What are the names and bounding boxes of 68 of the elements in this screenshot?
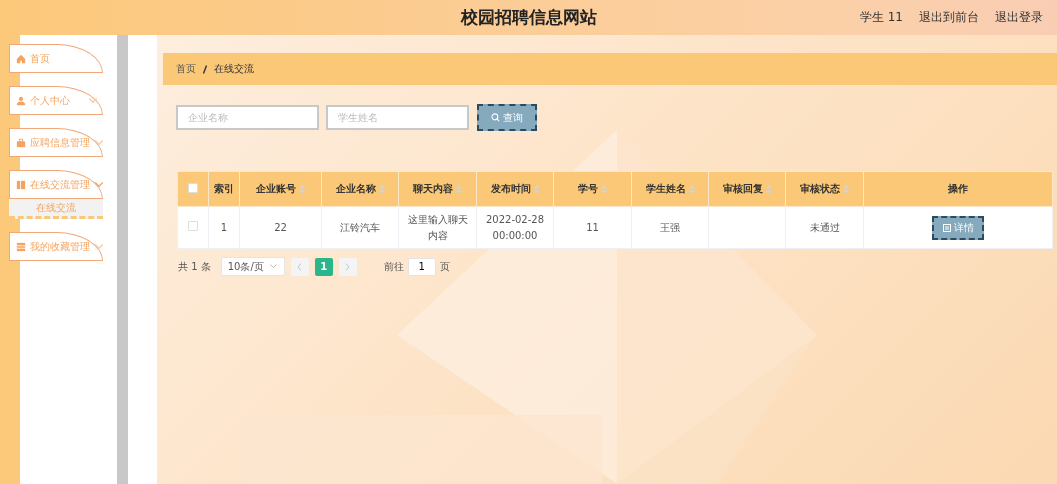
list-icon bbox=[16, 241, 26, 252]
sidebar-item[interactable]: 在线交流管理 bbox=[9, 170, 103, 199]
page-input[interactable]: 1 bbox=[407, 257, 436, 276]
breadcrumb-link[interactable]: 首页 bbox=[176, 62, 196, 76]
column-header: 企业名称 bbox=[335, 183, 376, 194]
total-count: 共 1 条 bbox=[178, 259, 211, 274]
chevron-icon bbox=[88, 95, 98, 106]
sidebar-item[interactable]: 我的收藏管理 bbox=[9, 232, 103, 261]
page-suffix: 页 bbox=[439, 259, 450, 274]
table-cell: 11 bbox=[586, 221, 599, 233]
table-cell: 江铃汽车 bbox=[340, 221, 380, 233]
sort-icon[interactable] bbox=[601, 184, 607, 194]
column-header: 发布时间 bbox=[490, 183, 531, 194]
column-header: 审核状态 bbox=[800, 183, 840, 194]
page-size-select[interactable]: 10条/页 bbox=[220, 257, 285, 276]
chevron-left-icon bbox=[297, 262, 303, 271]
home-icon bbox=[16, 53, 26, 64]
sort-icon[interactable] bbox=[299, 184, 305, 194]
column-header: 索引 bbox=[214, 183, 234, 194]
page-button[interactable]: 1 bbox=[314, 257, 333, 276]
sidebar-item[interactable]: 首页 bbox=[9, 44, 103, 73]
search-button[interactable]: 查询 bbox=[477, 104, 537, 131]
previous-page-button[interactable] bbox=[290, 257, 309, 276]
column-header: 学号 bbox=[578, 183, 598, 194]
submenu-item[interactable]: 在线交流 bbox=[9, 199, 103, 219]
sort-icon[interactable] bbox=[765, 184, 772, 194]
user-icon bbox=[16, 95, 26, 106]
column-header: 操作 bbox=[948, 183, 968, 194]
table-cell: 这里输入聊天内容 bbox=[407, 213, 468, 241]
column-header: 学生姓名 bbox=[645, 183, 686, 194]
table-cell: 王强 bbox=[660, 221, 680, 233]
breadcrumb-current: 在线交流 bbox=[214, 62, 254, 76]
details-button[interactable]: 详情 bbox=[932, 215, 984, 240]
table-cell: 22 bbox=[274, 221, 287, 233]
document-icon bbox=[942, 223, 951, 232]
chevron-icon bbox=[94, 241, 104, 252]
site-title: 校园招聘信息网站 bbox=[460, 7, 597, 27]
column-header: 企业账号 bbox=[256, 183, 296, 194]
sort-icon[interactable] bbox=[688, 184, 695, 194]
header-link[interactable]: 退出到前台 bbox=[919, 9, 979, 26]
column-header: 审核回复 bbox=[722, 183, 763, 194]
sidebar-item[interactable]: 应聘信息管理 bbox=[9, 128, 103, 157]
row-checkbox[interactable] bbox=[188, 220, 198, 231]
search-field[interactable]: 企业名称 bbox=[176, 105, 319, 130]
chevron-icon bbox=[94, 137, 104, 148]
search-field[interactable]: 学生姓名 bbox=[326, 105, 469, 130]
column-header: 聊天内容 bbox=[413, 183, 453, 194]
sort-icon[interactable] bbox=[843, 184, 849, 194]
sidebar-item[interactable]: 个人中心 bbox=[9, 86, 103, 115]
user-label: 学生 11 bbox=[859, 9, 903, 26]
header-link[interactable]: 退出登录 bbox=[995, 9, 1043, 26]
book-icon bbox=[16, 179, 26, 190]
goto-label: 前往 bbox=[383, 259, 404, 274]
chevron-right-icon bbox=[345, 262, 351, 271]
briefcase-icon bbox=[16, 137, 26, 148]
search-icon bbox=[491, 113, 500, 122]
caret-icon bbox=[269, 264, 277, 269]
table-cell: 未通过 bbox=[809, 221, 840, 233]
separator-icon bbox=[202, 64, 208, 74]
sort-icon[interactable] bbox=[456, 184, 462, 194]
sort-icon[interactable] bbox=[533, 184, 540, 194]
table-cell: 2022-02-28 00:00:00 bbox=[485, 213, 545, 241]
table-cell: 1 bbox=[220, 221, 228, 233]
scrollbar[interactable] bbox=[117, 35, 128, 484]
next-page-button[interactable] bbox=[338, 257, 357, 276]
sort-icon[interactable] bbox=[378, 184, 385, 194]
chevron-icon bbox=[94, 179, 104, 190]
select-all-checkbox[interactable] bbox=[188, 183, 198, 193]
